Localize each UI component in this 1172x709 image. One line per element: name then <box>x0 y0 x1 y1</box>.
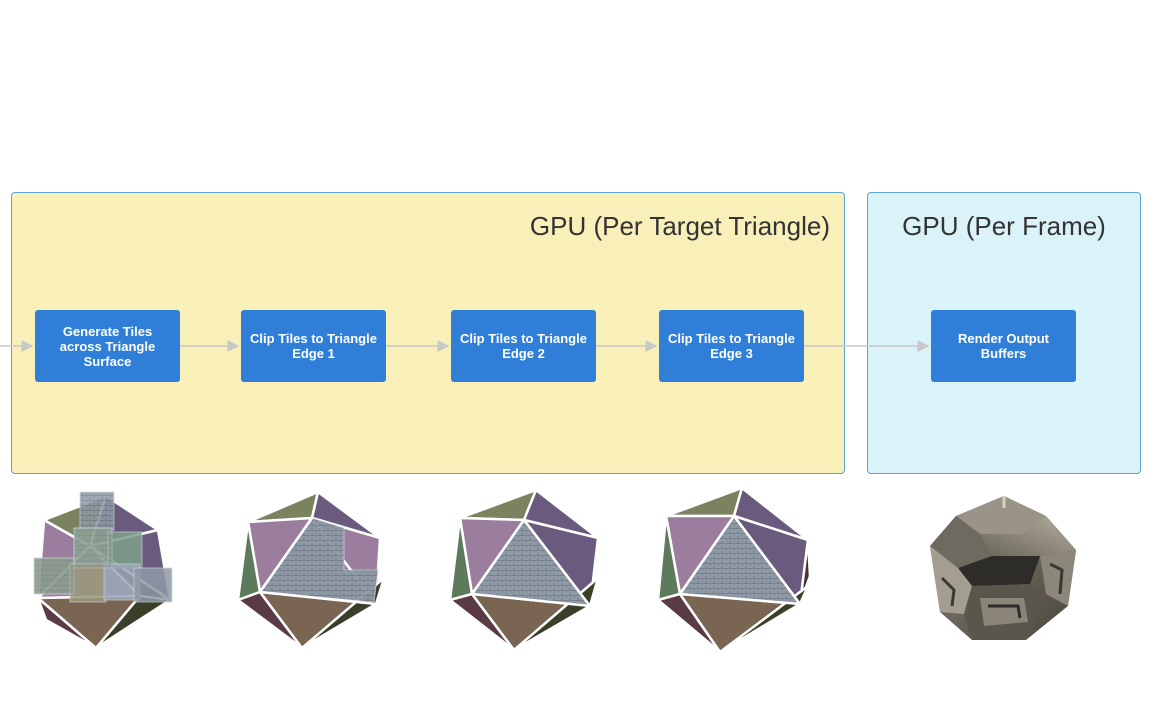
icosahedron-clipped-edge-3-image <box>656 486 812 654</box>
rendered-stone-mesh-image <box>930 496 1076 640</box>
step-clip-edge-2[interactable]: Clip Tiles to Triangle Edge 2 <box>451 310 596 382</box>
step-render-output-buffers[interactable]: Render Output Buffers <box>931 310 1076 382</box>
icosahedron-tiles-generated-image <box>33 491 173 650</box>
icosahedron-clipped-edge-1-image <box>236 490 386 650</box>
icosahedron-clipped-edge-2-image <box>448 488 600 652</box>
step-generate-tiles[interactable]: Generate Tiles across Triangle Surface <box>35 310 180 382</box>
step-clip-edge-1[interactable]: Clip Tiles to Triangle Edge 1 <box>241 310 386 382</box>
step-clip-edge-3[interactable]: Clip Tiles to Triangle Edge 3 <box>659 310 804 382</box>
